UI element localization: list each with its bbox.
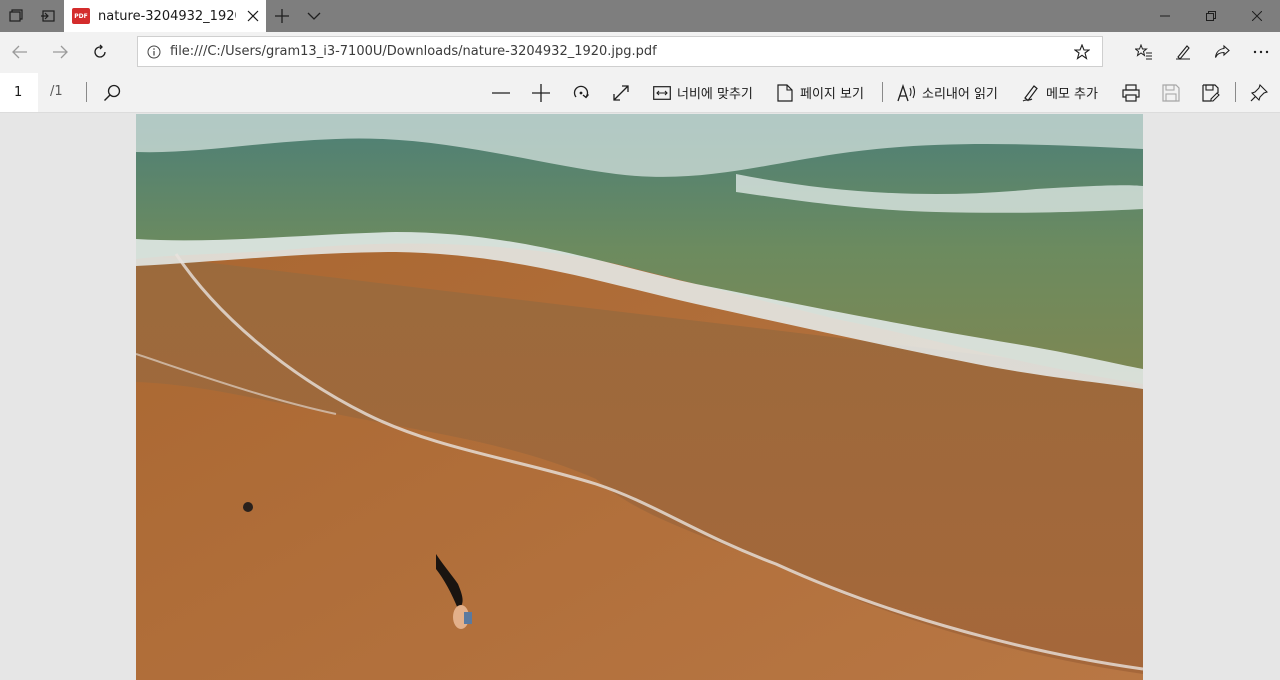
- page-view-icon: [774, 82, 796, 104]
- restore-tabs-icon[interactable]: [32, 0, 64, 32]
- printer-icon: [1120, 82, 1142, 104]
- read-aloud-button[interactable]: 소리내어 읽기: [896, 72, 998, 113]
- url-text[interactable]: file:///C:/Users/gram13_i3-7100U/Downloa…: [170, 44, 1062, 59]
- info-icon[interactable]: [138, 45, 170, 59]
- share-icon[interactable]: [1202, 32, 1241, 72]
- back-arrow-icon[interactable]: [0, 32, 40, 72]
- rotate-icon: [570, 82, 592, 104]
- pdf-file-icon: PDF: [72, 8, 90, 24]
- save-as-icon: [1200, 82, 1222, 104]
- toolbar-divider: [1235, 82, 1236, 102]
- favorite-star-icon[interactable]: [1062, 43, 1102, 60]
- add-notes-button[interactable]: 메모 추가: [1020, 72, 1098, 113]
- read-aloud-label: 소리내어 읽기: [922, 87, 998, 102]
- toolbar-divider: [86, 82, 87, 102]
- favorites-hub-icon[interactable]: [1124, 32, 1163, 72]
- minus-icon: [490, 82, 512, 104]
- page-number-input[interactable]: 1: [0, 73, 38, 112]
- close-tab-icon[interactable]: [242, 5, 264, 27]
- page-view-button[interactable]: 페이지 보기: [774, 72, 864, 113]
- page-total: /1: [50, 84, 63, 99]
- pin-icon: [1248, 82, 1270, 104]
- pin-toolbar-button[interactable]: [1248, 72, 1270, 113]
- title-bar: PDF nature-3204932_1920.jp: [0, 0, 1280, 32]
- toolbar-divider: [882, 82, 883, 102]
- pen-icon: [1020, 82, 1042, 104]
- more-options-icon[interactable]: [1241, 32, 1280, 72]
- search-button[interactable]: [101, 72, 123, 113]
- plus-icon: [530, 82, 552, 104]
- zoom-in-button[interactable]: [530, 72, 552, 113]
- address-bar[interactable]: file:///C:/Users/gram13_i3-7100U/Downloa…: [137, 36, 1103, 67]
- minimize-icon[interactable]: [1142, 0, 1188, 32]
- save-disk-icon: [1160, 82, 1182, 104]
- beach-aerial-photo: [136, 114, 1143, 680]
- expand-diagonal-icon: [610, 82, 632, 104]
- restore-window-icon[interactable]: [1188, 0, 1234, 32]
- close-window-icon[interactable]: [1234, 0, 1280, 32]
- zoom-out-button[interactable]: [490, 72, 512, 113]
- print-button[interactable]: [1120, 72, 1142, 113]
- add-notes-label: 메모 추가: [1046, 87, 1098, 102]
- pdf-viewer-area[interactable]: [0, 113, 1280, 680]
- fit-width-label: 너비에 맞추기: [677, 87, 753, 102]
- tab-title: nature-3204932_1920.jp: [98, 8, 236, 24]
- new-tab-icon[interactable]: [266, 0, 298, 32]
- refresh-icon[interactable]: [80, 32, 120, 72]
- navigation-bar: file:///C:/Users/gram13_i3-7100U/Downloa…: [0, 32, 1280, 72]
- rotate-button[interactable]: [570, 72, 592, 113]
- active-tab[interactable]: PDF nature-3204932_1920.jp: [64, 0, 266, 32]
- pdf-page-image: [136, 114, 1143, 680]
- tab-preview-chevron-icon[interactable]: [298, 0, 330, 32]
- fit-width-button[interactable]: 너비에 맞추기: [651, 72, 753, 113]
- save-button[interactable]: [1160, 72, 1182, 113]
- forward-arrow-icon[interactable]: [40, 32, 80, 72]
- read-aloud-icon: [896, 82, 918, 104]
- web-note-pen-icon[interactable]: [1163, 32, 1202, 72]
- fit-width-icon: [651, 82, 673, 104]
- save-as-button[interactable]: [1200, 72, 1222, 113]
- full-screen-button[interactable]: [610, 72, 632, 113]
- set-aside-tabs-icon[interactable]: [0, 0, 32, 32]
- page-view-label: 페이지 보기: [800, 87, 864, 102]
- pdf-toolbar: 1 /1 너비에 맞추기 페이지 보기 소리내어 읽기 메모 추가: [0, 72, 1280, 113]
- search-icon: [101, 82, 123, 104]
